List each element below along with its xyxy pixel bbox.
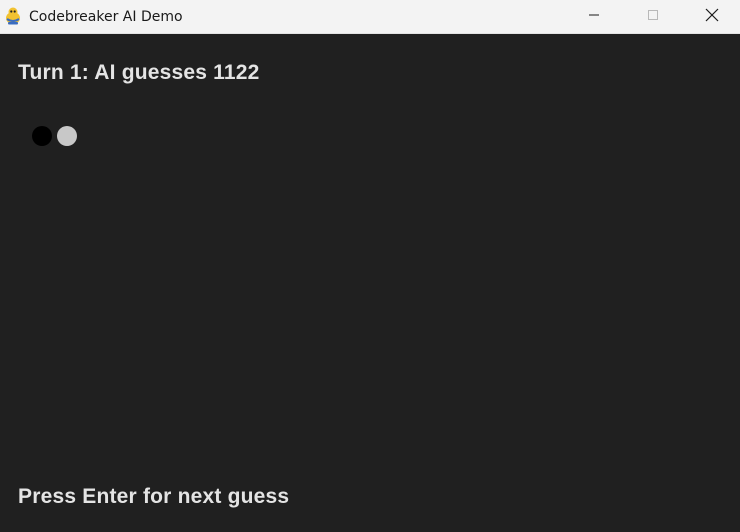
minimize-button[interactable]	[571, 0, 617, 34]
window-title: Codebreaker AI Demo	[29, 9, 183, 25]
close-icon	[705, 8, 719, 27]
maximize-icon	[647, 8, 659, 26]
game-canvas[interactable]: Turn 1: AI guesses 1122 Press Enter for …	[0, 35, 740, 532]
black-feedback-peg	[32, 126, 52, 146]
next-guess-prompt: Press Enter for next guess	[18, 485, 290, 508]
maximize-button[interactable]	[630, 0, 676, 34]
pygame-snake-icon	[3, 6, 23, 26]
close-button[interactable]	[689, 0, 735, 34]
app-window: Codebreaker AI Demo Turn 1: AI guesses 1…	[0, 0, 740, 532]
minimize-icon	[588, 8, 600, 26]
title-bar[interactable]: Codebreaker AI Demo	[0, 0, 740, 34]
turn-status-text: Turn 1: AI guesses 1122	[18, 61, 260, 84]
white-feedback-peg	[57, 126, 77, 146]
feedback-pegs	[32, 126, 77, 146]
